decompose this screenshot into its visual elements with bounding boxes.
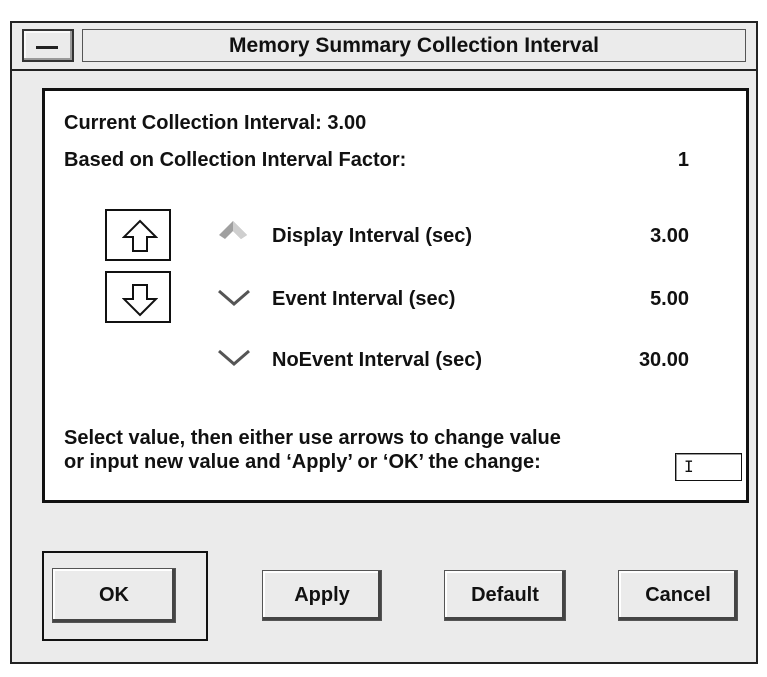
down-chevron-icon <box>218 349 250 366</box>
dialog-window: Memory Summary Collection Interval Curre… <box>10 21 758 664</box>
input-cursor: I <box>684 457 694 476</box>
factor-value: 1 <box>677 149 689 171</box>
interval-value: 5.00 <box>650 288 689 310</box>
system-menu-icon <box>36 46 58 49</box>
default-button-frame: OK <box>42 551 208 641</box>
interval-label: Event Interval (sec) <box>272 288 456 310</box>
apply-button[interactable]: Apply <box>262 570 382 621</box>
interval-panel: Current Collection Interval: 3.00 Based … <box>42 88 749 503</box>
current-interval-label: Current Collection Interval: 3.00 <box>64 112 367 134</box>
instruction-line-1: Select value, then either use arrows to … <box>64 427 561 449</box>
window-title: Memory Summary Collection Interval <box>82 29 746 62</box>
up-arrow-icon <box>219 221 247 239</box>
decrease-button[interactable] <box>105 271 171 323</box>
down-chevron-icon <box>218 289 250 306</box>
instruction-line-2: or input new value and ‘Apply’ or ‘OK’ t… <box>64 451 541 473</box>
ok-button[interactable]: OK <box>52 568 176 623</box>
default-button[interactable]: Default <box>444 570 566 621</box>
interval-label: NoEvent Interval (sec) <box>272 349 483 371</box>
interval-value: 30.00 <box>638 349 689 371</box>
system-menu-button[interactable] <box>22 29 74 62</box>
new-value-input[interactable]: I <box>675 453 742 481</box>
cancel-button[interactable]: Cancel <box>618 570 738 621</box>
interval-value: 3.00 <box>650 225 689 247</box>
increase-button[interactable] <box>105 209 171 261</box>
up-arrow-icon <box>122 219 158 252</box>
factor-label: Based on Collection Interval Factor: <box>64 149 407 171</box>
title-bar: Memory Summary Collection Interval <box>12 23 756 71</box>
interval-label: Display Interval (sec) <box>272 225 473 247</box>
down-arrow-icon <box>122 284 158 317</box>
